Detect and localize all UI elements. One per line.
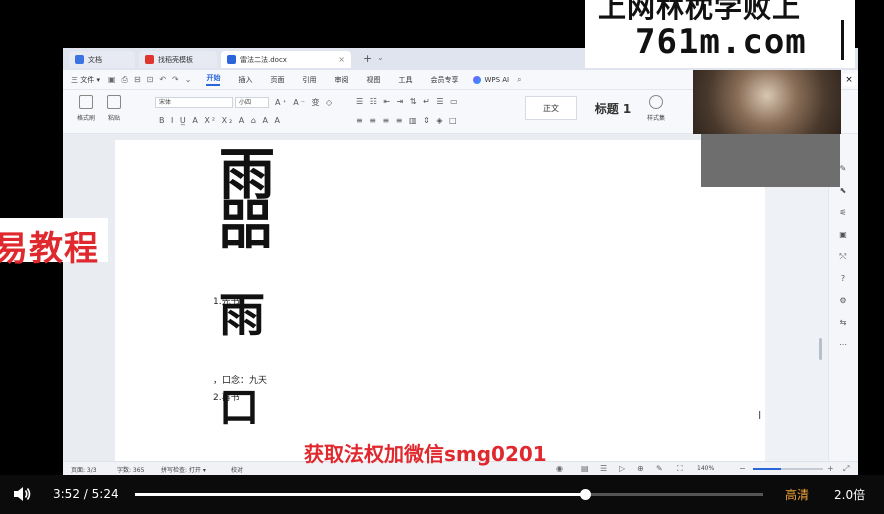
template-icon <box>145 55 154 64</box>
word-doc-icon <box>227 55 236 64</box>
play-icon[interactable]: ▷ <box>619 464 625 473</box>
page-view-icon[interactable]: ▤ <box>581 464 589 473</box>
zoom-level[interactable]: 140% <box>697 465 714 472</box>
redo-icon[interactable]: ↷ <box>172 75 179 84</box>
close-icon[interactable]: × <box>843 74 855 86</box>
tab-label: 文档 <box>88 55 102 64</box>
tab-docs-home[interactable]: 文档 <box>69 51 135 68</box>
ai-icon <box>473 75 482 84</box>
webcam-placeholder <box>701 134 840 187</box>
watermark-site: 761m.com <box>635 22 807 62</box>
fit-icon[interactable]: ⛶ <box>677 464 683 474</box>
image-icon[interactable]: ▣ <box>838 230 848 240</box>
menu-home[interactable]: 开始 <box>206 73 221 86</box>
adjust-icon[interactable]: ⚟ <box>838 208 848 218</box>
time-separator: / <box>83 487 88 501</box>
paste-button[interactable]: 粘贴 <box>107 95 121 122</box>
settings-icon[interactable]: ⚙ <box>838 296 848 306</box>
zoom-in-icon[interactable]: + <box>827 464 834 473</box>
word-count[interactable]: 字数: 365 <box>117 465 144 474</box>
vertical-scrollbar[interactable] <box>815 198 821 460</box>
zoom-slider-fill <box>753 468 781 470</box>
zoom-out-icon[interactable]: − <box>739 464 746 473</box>
progress-bar-fill <box>135 493 586 496</box>
speed-button[interactable]: 2.0倍 <box>834 486 865 503</box>
eye-icon[interactable]: ◉ <box>556 464 563 473</box>
font-name-select[interactable]: 宋体 <box>155 97 233 108</box>
quality-button[interactable]: 高清 <box>785 486 809 503</box>
fullscreen-icon[interactable]: ⤢ <box>843 464 849 474</box>
document-page[interactable]: 雨 㗊 1.先书 雨 ，口念：九天 2.再书 口 <box>115 140 765 461</box>
wechat-overlay-text: 获取法权加微信smg0201 <box>304 442 547 466</box>
chevron-down-icon[interactable]: ⌄ <box>377 53 384 62</box>
close-icon[interactable]: × <box>338 55 345 64</box>
progress-handle[interactable] <box>580 489 592 500</box>
web-view-icon[interactable]: ⊕ <box>637 464 644 473</box>
undo-icon[interactable]: ↶ <box>159 75 166 84</box>
preview-icon[interactable]: ⊡ <box>147 75 154 84</box>
webcam-overlay <box>693 70 841 134</box>
tab-templates[interactable]: 找稻壳模板 <box>139 51 217 68</box>
export-pdf-icon[interactable]: ⎙ <box>122 75 128 85</box>
current-time: 3:52 <box>53 487 80 501</box>
docs-icon <box>75 55 84 64</box>
share-icon[interactable]: ⤲ <box>838 252 848 262</box>
save-icon[interactable]: ▣ <box>108 75 116 84</box>
menu-member[interactable]: 会员专享 <box>430 75 458 85</box>
brush-icon <box>79 95 93 109</box>
fu-glyph-mouth: 口 <box>219 384 259 431</box>
spell-check-toggle[interactable]: 拼写检查: 打开 ▾ <box>161 465 206 474</box>
style-set-icon <box>649 95 663 109</box>
format-painter-button[interactable]: 格式刷 <box>77 95 95 122</box>
font-size-adjust-icons[interactable]: A⁺ A⁻ 变 ◇ <box>275 97 334 108</box>
font-size-select[interactable]: 小四 <box>235 97 269 108</box>
plus-icon[interactable]: + <box>363 52 372 65</box>
menu-file[interactable]: 三 文件 ▾ <box>71 75 100 85</box>
paragraph-list-icons[interactable]: ☰ ☷ ⇤ ⇥ ⇅ ↵ ☰ ▭ <box>356 97 460 106</box>
left-banner-text: 易教程 <box>0 229 99 269</box>
paragraph-align-icons[interactable]: ≡ ≡ ≡ ≡ ▥ ⇕ ◈ □ <box>356 116 459 125</box>
style-normal[interactable]: 正文 <box>525 96 577 120</box>
page-count: 页面: 3/3 <box>71 467 97 474</box>
document-canvas: 雨 㗊 1.先书 雨 ，口念：九天 2.再书 口 I <box>63 134 765 461</box>
fu-glyph-composite: 㗊 <box>219 192 273 256</box>
proofread-button[interactable]: 校对 <box>231 465 243 474</box>
tab-label: 雷法二法.docx <box>240 55 287 64</box>
text-cursor-icon: I <box>758 409 762 422</box>
volume-icon[interactable] <box>12 485 32 503</box>
menu-view[interactable]: 视图 <box>366 75 380 85</box>
search-icon[interactable]: ⌕ <box>517 75 521 85</box>
playback-time: 3:52 / 5:24 <box>53 487 119 501</box>
tab-current-document[interactable]: 雷法二法.docx × <box>221 51 351 68</box>
translate-icon[interactable]: ⇆ <box>838 318 848 328</box>
fu-glyph-rain: 雨 <box>219 288 265 342</box>
more-icon[interactable]: ⋯ <box>838 340 848 350</box>
menu-references[interactable]: 引用 <box>302 75 316 85</box>
scrollbar-thumb[interactable] <box>819 338 822 360</box>
style-heading-1[interactable]: 标题 1 <box>585 96 641 120</box>
menu-insert[interactable]: 插入 <box>238 75 252 85</box>
wps-ai-label: WPS AI <box>484 75 510 84</box>
help-icon[interactable]: ? <box>838 274 848 284</box>
total-time: 5:24 <box>91 487 119 501</box>
menu-page[interactable]: 页面 <box>270 75 284 85</box>
watermark-divider <box>841 20 844 60</box>
wps-ai-button[interactable]: WPS AI <box>473 75 510 84</box>
menu-tools[interactable]: 工具 <box>398 75 412 85</box>
font-style-icons[interactable]: B I U̲ A X² X₂ A ⌂ A A <box>159 116 282 125</box>
select-icon[interactable]: ⬉ <box>838 186 848 196</box>
style-set-button[interactable]: 样式集 <box>647 95 665 122</box>
video-player-controls: 3:52 / 5:24 高清 2.0倍 <box>0 475 884 514</box>
pen-icon[interactable]: ✎ <box>656 464 663 473</box>
chevron-down-icon[interactable]: ⌄ <box>185 75 192 84</box>
outline-view-icon[interactable]: ☰ <box>600 464 607 473</box>
print-icon[interactable]: ⊟ <box>134 75 141 84</box>
clipboard-icon <box>107 95 121 109</box>
tab-label: 找稻壳模板 <box>158 55 193 64</box>
menu-review[interactable]: 审阅 <box>334 75 348 85</box>
